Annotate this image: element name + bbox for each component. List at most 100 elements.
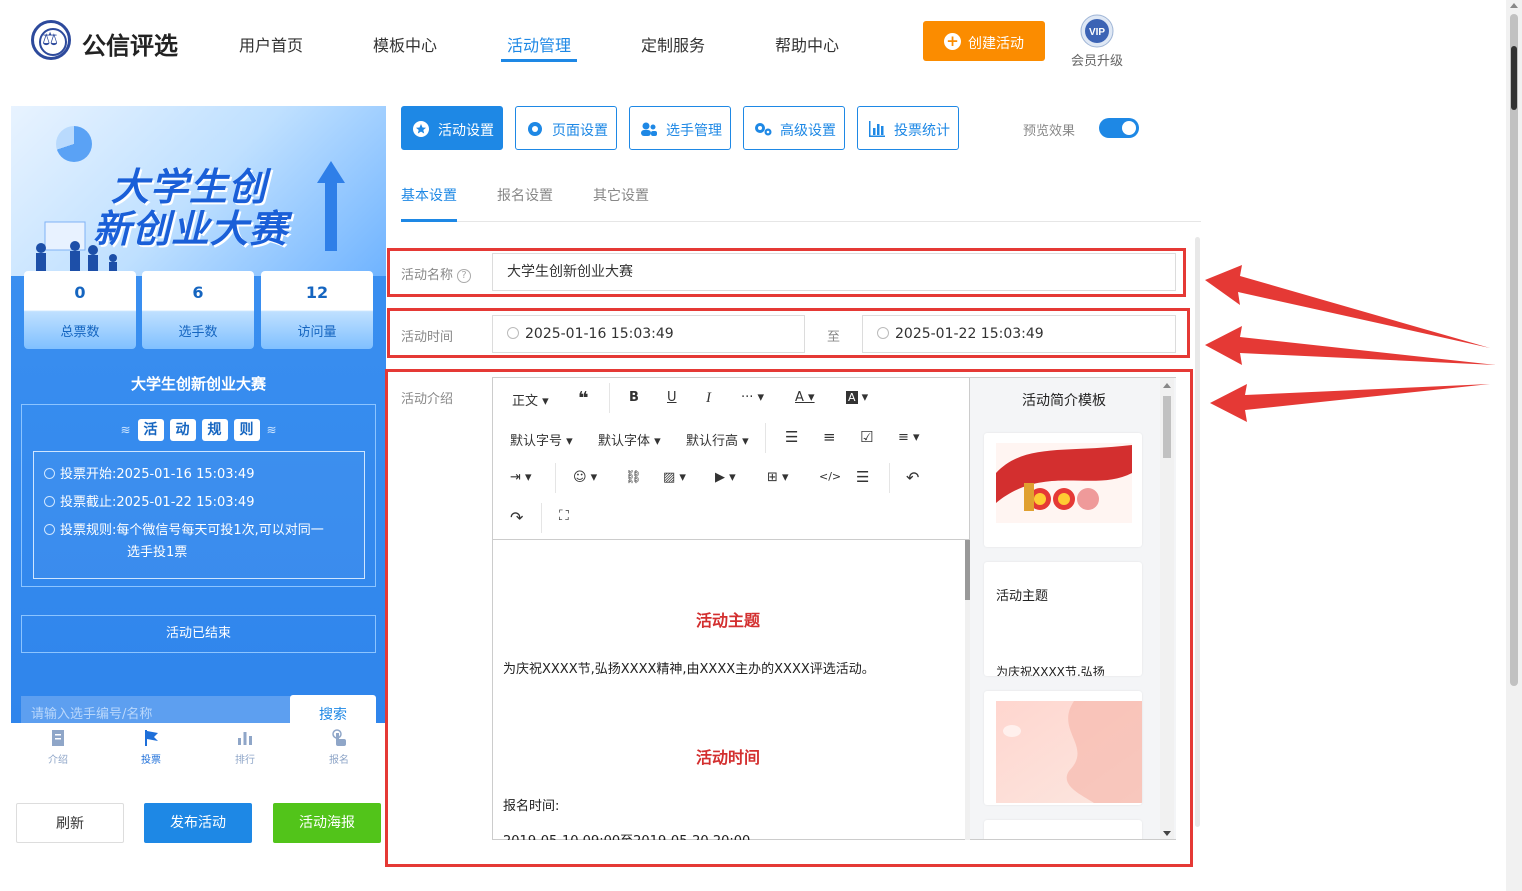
rules-heading-char: 活	[137, 419, 164, 441]
rules-heading-char: 动	[169, 419, 196, 441]
scrollbar-thumb[interactable]	[1510, 14, 1518, 686]
preview-banner: 大学生创 新创业大赛	[11, 106, 386, 276]
clock-icon	[44, 496, 55, 507]
nav-template-center[interactable]: 模板中心	[373, 32, 437, 56]
rules-heading: ≋ 活动规则 ≋	[22, 419, 375, 441]
rules-section: ≋ 活动规则 ≋ 投票开始:2025-01-16 15:03:49 投票截止:202…	[21, 404, 376, 587]
document-icon	[52, 730, 64, 746]
top-header: 公信评选 用户首页 模板中心 活动管理 定制服务 帮助中心 + 创建活动 VIP…	[0, 0, 1506, 90]
nav-custom-service[interactable]: 定制服务	[641, 32, 705, 56]
tab-label: 高级设置	[780, 123, 836, 139]
stat-label: 选手数	[178, 325, 218, 340]
rules-list: 投票开始:2025-01-16 15:03:49 投票截止:2025-01-22…	[33, 451, 365, 579]
star-circle-icon	[413, 121, 429, 137]
clock-icon	[44, 468, 55, 479]
preview-toggle[interactable]	[1099, 118, 1139, 138]
subtab-basic-settings[interactable]: 基本设置	[401, 185, 457, 205]
stat-value: 6	[192, 283, 204, 302]
create-activity-button[interactable]: + 创建活动	[923, 21, 1045, 61]
vip-badge-icon[interactable]: VIP	[1080, 14, 1114, 48]
rule-value: 2025-01-22 15:03:49	[116, 495, 255, 510]
scroll-up-arrow-icon[interactable]	[1510, 3, 1518, 8]
tab-label: 选手管理	[666, 123, 722, 139]
gear-icon	[528, 122, 542, 136]
tab-intro[interactable]: 介绍	[28, 729, 88, 766]
users-icon	[641, 122, 657, 136]
tab-label: 页面设置	[552, 123, 608, 139]
vip-badge-text: VIP	[1089, 27, 1105, 38]
contestant-search-input[interactable]: 请输入选手编号/名称	[21, 696, 291, 723]
rule-vote-rule: 投票规则:每个微信号每天可投1次,可以对同一	[44, 520, 324, 542]
vip-upgrade-label[interactable]: 会员升级	[1071, 50, 1123, 69]
rule-vote-start: 投票开始:2025-01-16 15:03:49	[44, 464, 254, 486]
bar-chart-icon	[869, 121, 885, 137]
rule-label: 投票截止:	[60, 495, 117, 510]
annotation-arrows	[1205, 265, 1496, 422]
tab-label: 排行	[235, 755, 255, 766]
wave-decoration-icon: ≋	[266, 423, 277, 437]
refresh-button[interactable]: 刷新	[16, 803, 124, 843]
arrow-pointer-icon	[1210, 384, 1490, 422]
tab-vote[interactable]: 投票	[121, 729, 181, 766]
mobile-tab-bar: 介绍 投票 排行 报名	[11, 723, 386, 775]
highlight-box-name	[387, 248, 1186, 297]
tab-page-settings[interactable]: 页面设置	[515, 106, 617, 150]
tab-contestant-management[interactable]: 选手管理	[629, 106, 731, 150]
up-arrow-decoration-icon	[317, 161, 345, 251]
bar-chart-icon	[238, 732, 252, 745]
stat-value: 12	[305, 283, 329, 302]
subtab-other-settings[interactable]: 其它设置	[593, 185, 649, 205]
create-activity-label: 创建活动	[968, 36, 1024, 52]
nav-active-indicator	[501, 59, 577, 62]
stat-visits: 12 访问量	[261, 271, 373, 349]
subtab-signup-settings[interactable]: 报名设置	[497, 185, 553, 205]
stat-label: 访问量	[297, 325, 337, 340]
stat-value: 0	[74, 283, 86, 302]
nav-activity-management[interactable]: 活动管理	[507, 32, 571, 56]
activity-ended-banner: 活动已结束	[21, 615, 376, 653]
mobile-preview: 大学生创 新创业大赛 0 总票数 6 选手数 12 访问量 大学生创新创业大赛 …	[11, 106, 386, 723]
arrow-pointer-icon	[1205, 326, 1496, 365]
logo-icon	[31, 20, 71, 60]
subtab-active-indicator	[401, 219, 457, 222]
arrow-pointer-icon	[1205, 265, 1490, 348]
tab-activity-settings[interactable]: 活动设置	[401, 106, 503, 150]
info-icon	[44, 524, 55, 535]
highlight-box-time	[387, 308, 1190, 358]
banner-title-line2: 新创业大赛	[93, 207, 289, 251]
page-scrollbar[interactable]	[1506, 0, 1522, 891]
tab-vote-statistics[interactable]: 投票统计	[857, 106, 959, 150]
stat-contestants: 6 选手数	[142, 271, 254, 349]
tab-label: 活动设置	[438, 123, 494, 139]
nav-help-center[interactable]: 帮助中心	[775, 32, 839, 56]
plus-icon: +	[944, 33, 961, 50]
search-button[interactable]: 搜索	[290, 695, 376, 723]
hand-pointer-icon	[332, 729, 346, 746]
stat-label: 总票数	[60, 325, 100, 340]
rule-label: 投票开始:	[60, 467, 117, 482]
cogs-icon	[755, 123, 772, 136]
tab-label: 投票统计	[894, 123, 950, 139]
rule-vote-end: 投票截止:2025-01-22 15:03:49	[44, 492, 254, 514]
rule-value: 每个微信号每天可投1次,可以对同一	[116, 523, 324, 538]
tab-label: 报名	[329, 755, 349, 766]
flag-icon	[145, 730, 158, 746]
publish-activity-button[interactable]: 发布活动	[144, 803, 252, 843]
activity-poster-button[interactable]: 活动海报	[273, 803, 381, 843]
tab-label: 介绍	[48, 755, 68, 766]
rule-value: 2025-01-16 15:03:49	[116, 467, 255, 482]
tab-signup[interactable]: 报名	[309, 729, 369, 766]
rule-vote-rule-cont: 选手投1票	[127, 545, 188, 560]
scrollbar-dark-thumb[interactable]	[1511, 46, 1517, 110]
wave-decoration-icon: ≋	[120, 423, 131, 437]
tab-advanced-settings[interactable]: 高级设置	[743, 106, 845, 150]
subtab-divider	[401, 221, 1201, 222]
highlight-box-intro	[385, 369, 1193, 867]
rules-heading-char: 规	[201, 419, 228, 441]
tab-label: 投票	[141, 755, 161, 766]
nav-user-home[interactable]: 用户首页	[239, 32, 303, 56]
preview-toggle-label: 预览效果	[1023, 124, 1076, 139]
logo-text: 公信评选	[82, 32, 178, 60]
pie-decoration-icon	[56, 126, 92, 162]
tab-ranking[interactable]: 排行	[215, 729, 275, 766]
